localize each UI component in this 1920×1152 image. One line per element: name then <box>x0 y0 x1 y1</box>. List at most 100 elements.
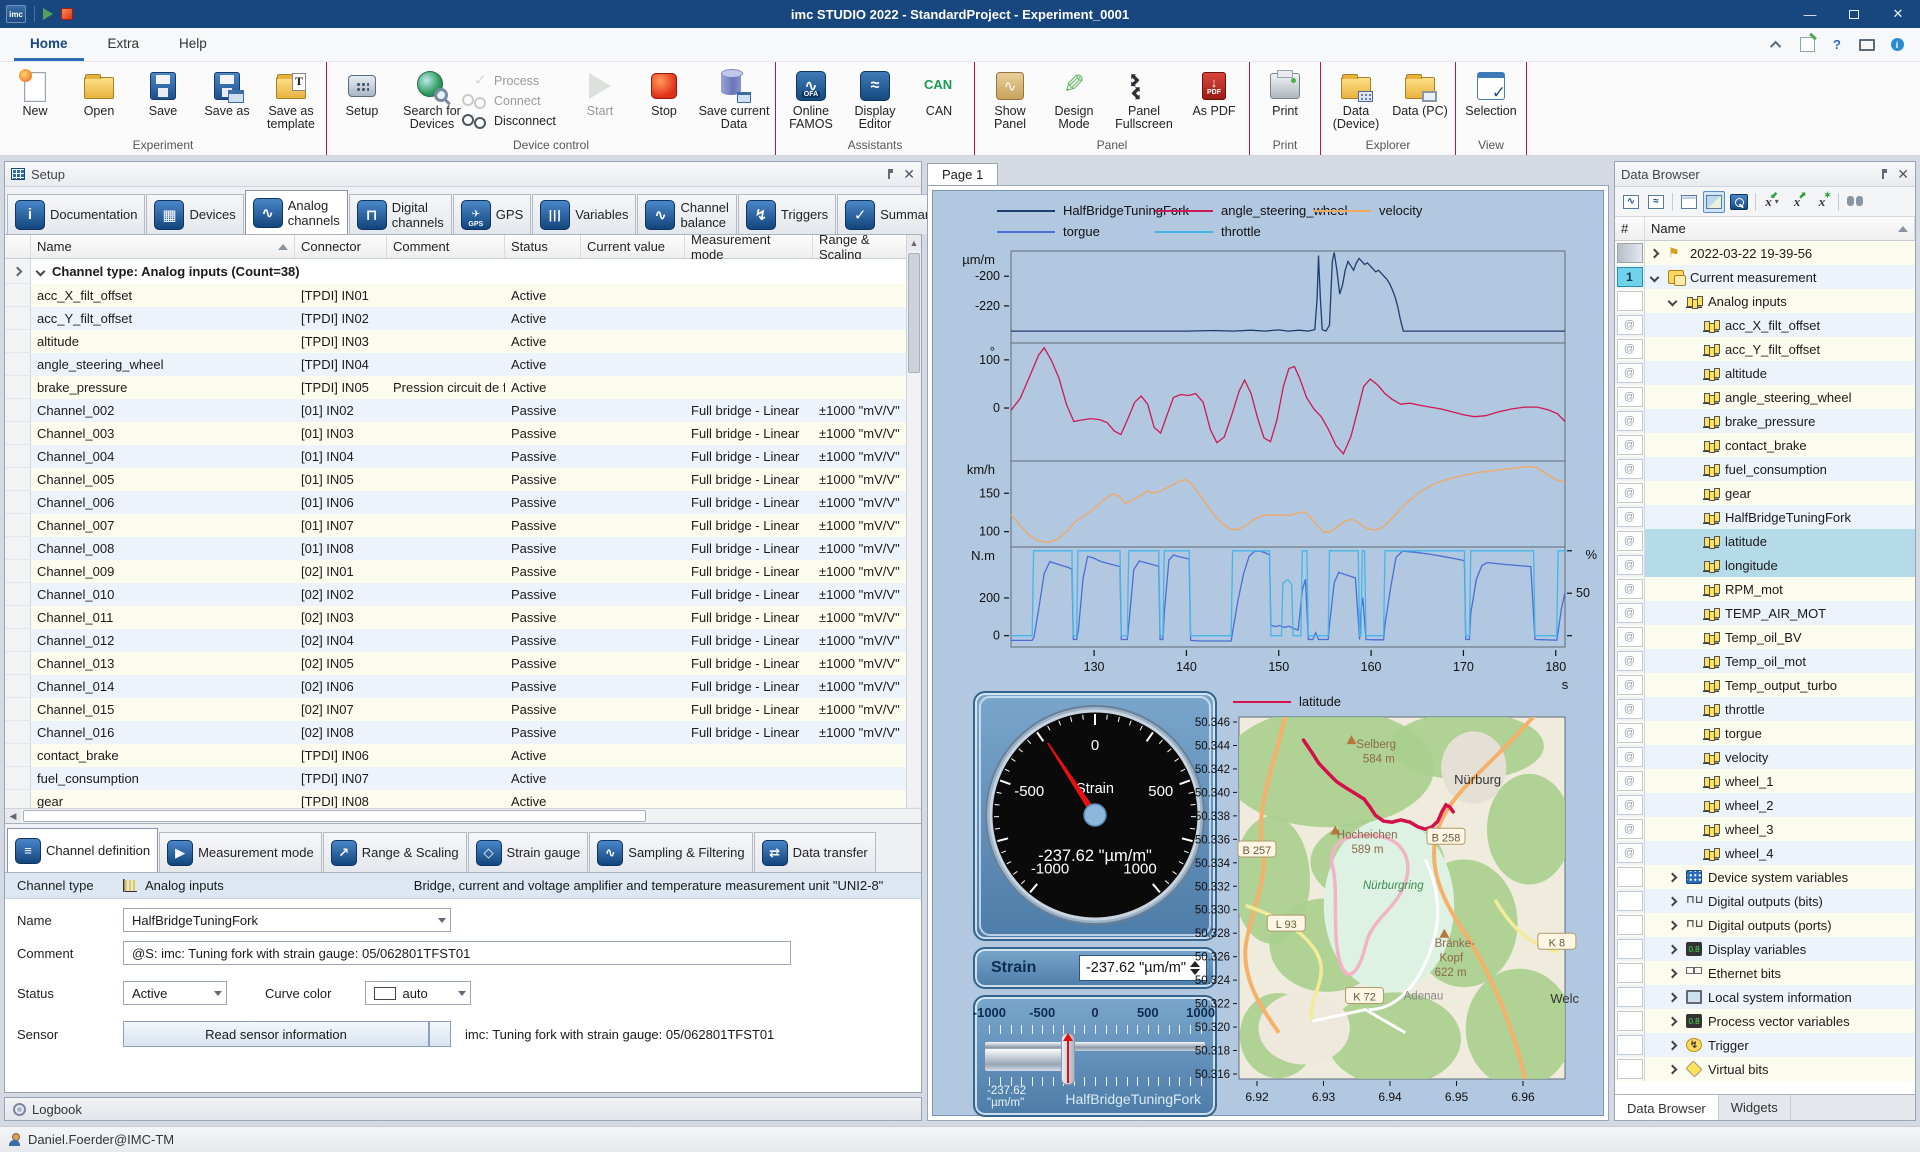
maximize-button[interactable] <box>1832 0 1876 28</box>
tree-item-analog-inputs[interactable]: Analog inputs <box>1615 289 1915 313</box>
expand-icon[interactable] <box>1668 1040 1678 1050</box>
map-widget[interactable]: Selberg584 mNürburgHocheichen589 mNürbur… <box>1183 713 1585 1117</box>
tree-item-acc-x-filt-offset[interactable]: @acc_X_filt_offset <box>1615 313 1915 337</box>
tab-gps[interactable]: ✈GPSGPS <box>453 194 531 234</box>
ribbon-button-disconnect[interactable]: Disconnect <box>471 112 567 129</box>
scroll-up-icon[interactable]: ▲ <box>907 235 921 251</box>
ribbon-button-save-as-template[interactable]: TSave as template <box>260 66 322 132</box>
tab-strain-gauge[interactable]: ◇Strain gauge <box>468 832 589 872</box>
column-range-scaling[interactable]: Range & Scaling <box>813 235 909 258</box>
tree-item-acc-y-filt-offset[interactable]: @acc_Y_filt_offset <box>1615 337 1915 361</box>
scroll-thumb[interactable] <box>908 253 920 373</box>
tree-item-device-system-variables[interactable]: Device system variables <box>1615 865 1915 889</box>
imc-logo-icon[interactable]: imc <box>6 5 26 23</box>
collapse-icon[interactable] <box>1650 272 1660 282</box>
edit-note-icon[interactable] <box>1798 36 1816 54</box>
hscroll-thumb[interactable] <box>23 810 646 822</box>
tree-item-halfbridgetuningfork[interactable]: @HalfBridgeTuningFork <box>1615 505 1915 529</box>
link-badge[interactable]: @ <box>1617 699 1643 719</box>
tab-digital-channels[interactable]: ⊓Digital channels <box>349 194 452 234</box>
table-row[interactable]: altitude[TPDI] IN03Active <box>5 330 921 353</box>
link-badge[interactable]: @ <box>1617 411 1643 431</box>
pin-icon[interactable] <box>1882 169 1887 179</box>
table-row[interactable]: acc_X_filt_offset[TPDI] IN01Active <box>5 284 921 307</box>
table-row[interactable]: Channel_004[01] IN04PassiveFull bridge -… <box>5 445 921 468</box>
tree-item-digital-outputs-ports[interactable]: ⊓⊔Digital outputs (ports) <box>1615 913 1915 937</box>
numeric-display-widget[interactable]: Strain -237.62 "µm/m" <box>973 947 1217 989</box>
ribbon-button-design-mode[interactable]: ✎Design Mode <box>1043 66 1105 132</box>
table-row[interactable]: Channel_013[02] IN05PassiveFull bridge -… <box>5 652 921 675</box>
ribbon-button-save-current-data[interactable]: Save current Data <box>697 66 771 132</box>
menu-tab-home[interactable]: Home <box>14 28 84 61</box>
expand-icon[interactable] <box>1668 896 1678 906</box>
curves-window-icon[interactable]: ≈ <box>1645 191 1667 213</box>
ribbon-button-show-panel[interactable]: ∿Show Panel <box>979 66 1041 132</box>
close-panel-icon[interactable]: ✕ <box>1897 167 1909 181</box>
table-row[interactable]: Channel_012[02] IN04PassiveFull bridge -… <box>5 629 921 652</box>
tab-channel-definition[interactable]: ≡Channel definition <box>7 828 158 872</box>
tree-item-wheel-3[interactable]: @wheel_3 <box>1615 817 1915 841</box>
variable-import-icon[interactable]: x⬋▾ <box>1761 191 1783 213</box>
pin-icon[interactable] <box>888 169 893 179</box>
zoom-icon[interactable] <box>1728 191 1750 213</box>
column-name[interactable]: Name <box>31 235 295 258</box>
tab-documentation[interactable]: iDocumentation <box>7 194 145 234</box>
column-connector[interactable]: Connector <box>295 235 387 258</box>
link-badge[interactable]: @ <box>1617 459 1643 479</box>
tree-item-wheel-4[interactable]: @wheel_4 <box>1615 841 1915 865</box>
tab-analog-channels[interactable]: ∿Analog channels <box>245 190 348 234</box>
tab-sampling-filtering[interactable]: ∿Sampling & Filtering <box>589 832 752 872</box>
link-badge[interactable]: @ <box>1617 363 1643 383</box>
link-badge[interactable]: @ <box>1617 771 1643 791</box>
table-row[interactable]: contact_brake[TPDI] IN06Active <box>5 744 921 767</box>
column-comment[interactable]: Comment <box>387 235 505 258</box>
table-row[interactable]: Channel_016[02] IN08PassiveFull bridge -… <box>5 721 921 744</box>
table-group-row[interactable]: Channel type: Analog inputs (Count=38) <box>5 259 921 284</box>
table-row[interactable]: Channel_006[01] IN06PassiveFull bridge -… <box>5 491 921 514</box>
help-icon[interactable]: ? <box>1828 36 1846 54</box>
panel-view-icon[interactable] <box>1703 191 1725 213</box>
tab-widgets[interactable]: Widgets <box>1719 1095 1791 1120</box>
table-row[interactable]: gear[TPDI] IN08Active <box>5 790 921 808</box>
tab-data-transfer[interactable]: ⇄Data transfer <box>754 832 876 872</box>
curve-window-icon[interactable]: ∿ <box>1620 191 1642 213</box>
tree-item-fuel-consumption[interactable]: @fuel_consumption <box>1615 457 1915 481</box>
link-badge[interactable]: @ <box>1617 315 1643 335</box>
link-badge[interactable]: @ <box>1617 603 1643 623</box>
table-row[interactable]: Channel_005[01] IN05PassiveFull bridge -… <box>5 468 921 491</box>
table-row[interactable]: Channel_011[02] IN03PassiveFull bridge -… <box>5 606 921 629</box>
menu-tab-extra[interactable]: Extra <box>92 28 156 61</box>
tree-item-digital-outputs-bits[interactable]: ⊓⊔Digital outputs (bits) <box>1615 889 1915 913</box>
link-badge[interactable]: @ <box>1617 795 1643 815</box>
tree-item-throttle[interactable]: @throttle <box>1615 697 1915 721</box>
ribbon-button-search-for-devices[interactable]: Search for Devices <box>395 66 469 132</box>
link-badge[interactable]: @ <box>1617 747 1643 767</box>
tree-item-altitude[interactable]: @altitude <box>1615 361 1915 385</box>
row-number[interactable]: 1 <box>1617 267 1643 287</box>
tab-variables[interactable]: |||Variables <box>532 194 636 234</box>
tab-data-browser[interactable]: Data Browser <box>1615 1095 1719 1120</box>
table-row[interactable]: acc_Y_filt_offset[TPDI] IN02Active <box>5 307 921 330</box>
tree-item-longitude[interactable]: @longitude <box>1615 553 1915 577</box>
read-sensor-button[interactable]: Read sensor information <box>123 1021 429 1047</box>
tree-item-velocity[interactable]: @velocity <box>1615 745 1915 769</box>
ribbon-button-print[interactable]: Print <box>1254 66 1316 132</box>
tree-item-virtual-bits[interactable]: Virtual bits <box>1615 1057 1915 1081</box>
column-status[interactable]: Status <box>505 235 581 258</box>
link-badge[interactable]: @ <box>1617 819 1643 839</box>
link-badge[interactable]: @ <box>1617 507 1643 527</box>
table-row[interactable]: fuel_consumption[TPDI] IN07Active <box>5 767 921 790</box>
monitor-icon[interactable] <box>1858 36 1876 54</box>
table-row[interactable]: Channel_002[01] IN02PassiveFull bridge -… <box>5 399 921 422</box>
tree-item-current-measurement[interactable]: 1Current measurement <box>1615 265 1915 289</box>
ribbon-button-save[interactable]: Save <box>132 66 194 132</box>
tree-item-2022-03-22-19-39-56[interactable]: ⚑2022-03-22 19-39-56 <box>1615 241 1915 265</box>
page-tab[interactable]: Page 1 <box>927 163 998 185</box>
ribbon-button-data-pc[interactable]: Data (PC) <box>1389 66 1451 132</box>
tree-item-display-variables[interactable]: 0.8Display variables <box>1615 937 1915 961</box>
link-badge[interactable]: @ <box>1617 387 1643 407</box>
link-badge[interactable]: @ <box>1617 531 1643 551</box>
expand-icon[interactable] <box>1668 872 1678 882</box>
name-combo[interactable]: HalfBridgeTuningFork <box>123 908 451 932</box>
tree-item-latitude[interactable]: @latitude <box>1615 529 1915 553</box>
